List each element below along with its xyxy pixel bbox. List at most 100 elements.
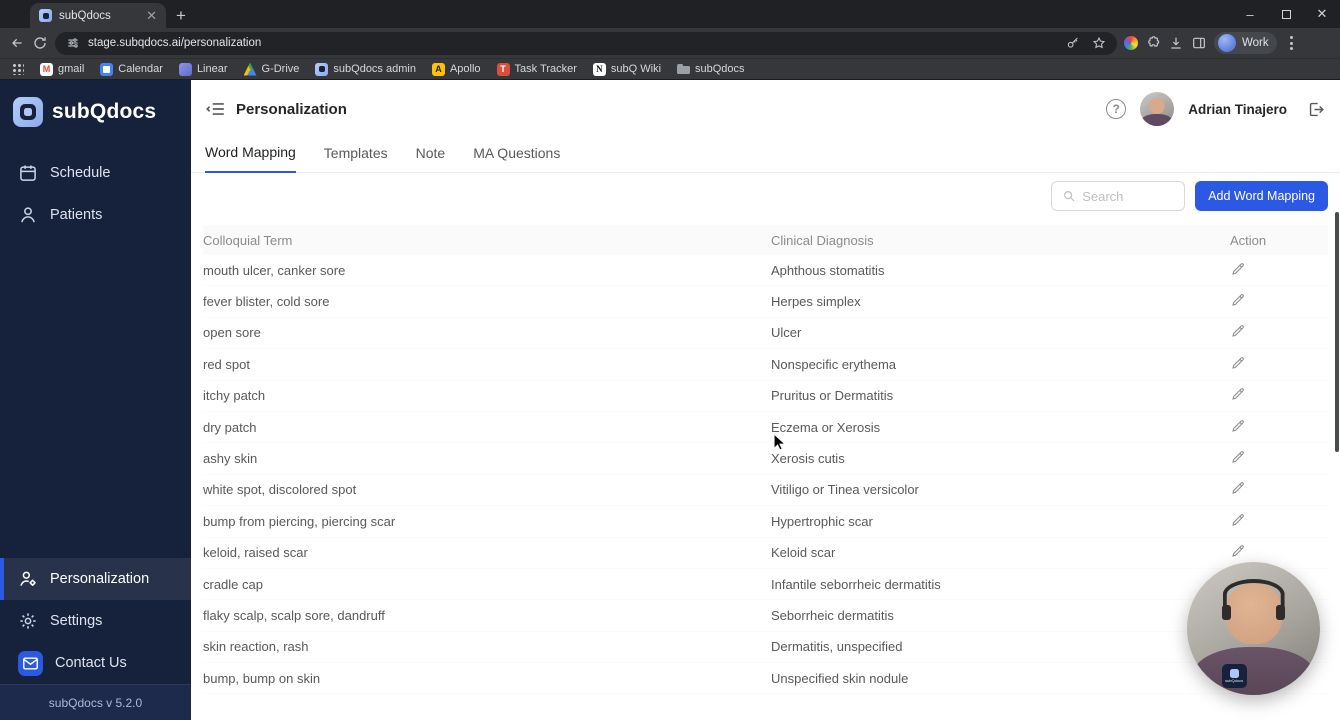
pencil-icon bbox=[1230, 512, 1246, 531]
tab-ma-questions[interactable]: MA Questions bbox=[473, 145, 560, 172]
personalization-icon bbox=[18, 569, 38, 589]
search-box[interactable] bbox=[1051, 181, 1186, 211]
bookmark-apollo[interactable]: A Apollo bbox=[431, 62, 481, 76]
site-settings-icon[interactable] bbox=[66, 36, 80, 50]
colloquial-term: flaky scalp, scalp sore, dandruff bbox=[203, 607, 385, 623]
sidebar-item-personalization[interactable]: Personalization bbox=[0, 558, 191, 600]
browser-tab[interactable]: subQdocs ✕ bbox=[30, 3, 166, 28]
pencil-icon bbox=[1230, 449, 1246, 468]
gmail-icon: M bbox=[40, 62, 53, 76]
edit-button[interactable] bbox=[1230, 480, 1246, 499]
colloquial-term: itchy patch bbox=[203, 388, 266, 404]
user-name: Adrian Tinajero bbox=[1188, 101, 1287, 117]
colloquial-term: fever blister, cold sore bbox=[203, 294, 330, 310]
edit-button[interactable] bbox=[1230, 386, 1246, 405]
window-close-button[interactable]: ✕ bbox=[1304, 0, 1340, 28]
sidebar-item-settings[interactable]: Settings bbox=[0, 600, 191, 642]
new-tab-button[interactable]: + bbox=[176, 7, 186, 24]
webcam-bubble[interactable]: subQdocs bbox=[1187, 562, 1320, 695]
user-avatar[interactable] bbox=[1140, 92, 1175, 126]
pencil-icon bbox=[1230, 386, 1246, 405]
bookmark-g-drive[interactable]: G-Drive bbox=[243, 62, 300, 76]
bookmark-star-icon[interactable] bbox=[1092, 36, 1106, 50]
scrollbar-thumb[interactable] bbox=[1335, 212, 1339, 452]
bookmark-label: gmail bbox=[58, 63, 85, 75]
app-logo[interactable]: subQdocs bbox=[0, 88, 191, 136]
pencil-icon bbox=[1230, 543, 1246, 562]
bookmark-label: G-Drive bbox=[261, 63, 300, 75]
bookmark-subqdocs-admin[interactable]: subQdocs admin bbox=[315, 62, 416, 76]
table-row: white spot, discolored spot Vitiligo or T… bbox=[203, 475, 1328, 507]
side-panel-icon[interactable] bbox=[1191, 35, 1207, 51]
webcam-logo-badge: subQdocs bbox=[1221, 664, 1247, 689]
main-header: Personalization ? Adrian Tinajero bbox=[191, 80, 1340, 138]
password-key-icon[interactable] bbox=[1066, 36, 1080, 50]
edit-button[interactable] bbox=[1230, 261, 1246, 280]
edit-button[interactable] bbox=[1230, 418, 1246, 437]
extensions-puzzle-icon[interactable] bbox=[1145, 35, 1161, 51]
bookmark-label: Apollo bbox=[449, 63, 481, 75]
table-row: keloid, raised scar Keloid scar bbox=[203, 538, 1328, 569]
address-bar[interactable]: stage.subqdocs.ai/personalization bbox=[55, 31, 1117, 55]
add-word-mapping-button[interactable]: Add Word Mapping bbox=[1195, 181, 1328, 211]
reload-icon[interactable] bbox=[32, 35, 48, 51]
help-button[interactable]: ? bbox=[1106, 99, 1127, 119]
clinical-diagnosis: Herpes simplex bbox=[771, 294, 861, 310]
pencil-icon bbox=[1230, 323, 1246, 342]
back-icon[interactable] bbox=[9, 35, 25, 51]
clinical-diagnosis: Keloid scar bbox=[771, 545, 836, 561]
sidebar-item-patients[interactable]: Patients bbox=[0, 194, 191, 236]
edit-button[interactable] bbox=[1230, 292, 1246, 311]
bookmark-task-tracker[interactable]: T Task Tracker bbox=[496, 62, 577, 76]
sidebar-item-schedule[interactable]: Schedule bbox=[0, 152, 191, 194]
edit-button[interactable] bbox=[1230, 323, 1246, 342]
calendar-bookmark-icon bbox=[100, 62, 114, 76]
edit-button[interactable] bbox=[1230, 449, 1246, 468]
patients-icon bbox=[18, 205, 38, 225]
subqdocs-logo-icon bbox=[13, 97, 43, 127]
table-row: fever blister, cold sore Herpes simplex bbox=[203, 286, 1328, 318]
bookmark-subq-wiki[interactable]: NsubQ Wiki bbox=[592, 62, 661, 76]
profile-label: Work bbox=[1242, 37, 1269, 49]
linear-icon bbox=[178, 62, 192, 76]
clinical-diagnosis: Infantile seborrheic dermatitis bbox=[771, 576, 941, 592]
tab-strip: subQdocs ✕ + – ✕ bbox=[0, 0, 1340, 28]
window-maximize-button[interactable] bbox=[1268, 0, 1304, 28]
edit-button[interactable] bbox=[1230, 543, 1246, 562]
word-mapping-table: Colloquial Term Clinical Diagnosis Actio… bbox=[203, 225, 1328, 695]
tab-note[interactable]: Note bbox=[416, 145, 446, 172]
table-row: dry patch Eczema or Xerosis bbox=[203, 412, 1328, 444]
window-controls: – ✕ bbox=[1232, 0, 1340, 28]
profile-chip[interactable]: Work bbox=[1214, 32, 1277, 54]
pencil-icon bbox=[1230, 355, 1246, 374]
bookmark-linear[interactable]: Linear bbox=[178, 62, 228, 76]
tab-templates[interactable]: Templates bbox=[324, 145, 388, 172]
tab-close-icon[interactable]: ✕ bbox=[146, 9, 157, 22]
window-minimize-button[interactable]: – bbox=[1232, 0, 1268, 28]
bookmark-label: Linear bbox=[196, 63, 228, 75]
browser-tab-title: subQdocs bbox=[59, 9, 111, 22]
table-row: ashy skin Xerosis cutis bbox=[203, 443, 1328, 475]
clinical-diagnosis: Hypertrophic scar bbox=[771, 513, 873, 529]
extension-colorful-icon[interactable] bbox=[1124, 36, 1138, 50]
bookmark-calendar[interactable]: Calendar bbox=[100, 62, 163, 76]
clinical-diagnosis: Vitiligo or Tinea versicolor bbox=[771, 482, 919, 498]
logout-icon[interactable] bbox=[1307, 100, 1326, 119]
search-input[interactable] bbox=[1082, 188, 1175, 204]
page-title: Personalization bbox=[236, 100, 347, 118]
apps-grid-icon[interactable] bbox=[12, 63, 24, 75]
edit-button[interactable] bbox=[1230, 355, 1246, 374]
bookmark-gmail[interactable]: Mgmail bbox=[40, 62, 85, 76]
browser-menu-icon[interactable] bbox=[1284, 36, 1299, 50]
bookmark-subqdocs[interactable]: subQdocs bbox=[677, 63, 745, 76]
section-tabs: Word Mapping Templates Note MA Questions bbox=[191, 138, 1340, 173]
edit-button[interactable] bbox=[1230, 512, 1246, 531]
downloads-icon[interactable] bbox=[1168, 35, 1184, 51]
clinical-diagnosis: Nonspecific erythema bbox=[771, 356, 896, 372]
tab-word-mapping[interactable]: Word Mapping bbox=[205, 144, 296, 173]
clinical-diagnosis: Pruritus or Dermatitis bbox=[771, 388, 894, 404]
sidebar-item-contact-us[interactable]: Contact Us bbox=[0, 642, 191, 684]
pencil-icon bbox=[1230, 480, 1246, 499]
sidebar-collapse-icon[interactable] bbox=[205, 98, 227, 120]
bookmark-label: Calendar bbox=[118, 63, 163, 75]
